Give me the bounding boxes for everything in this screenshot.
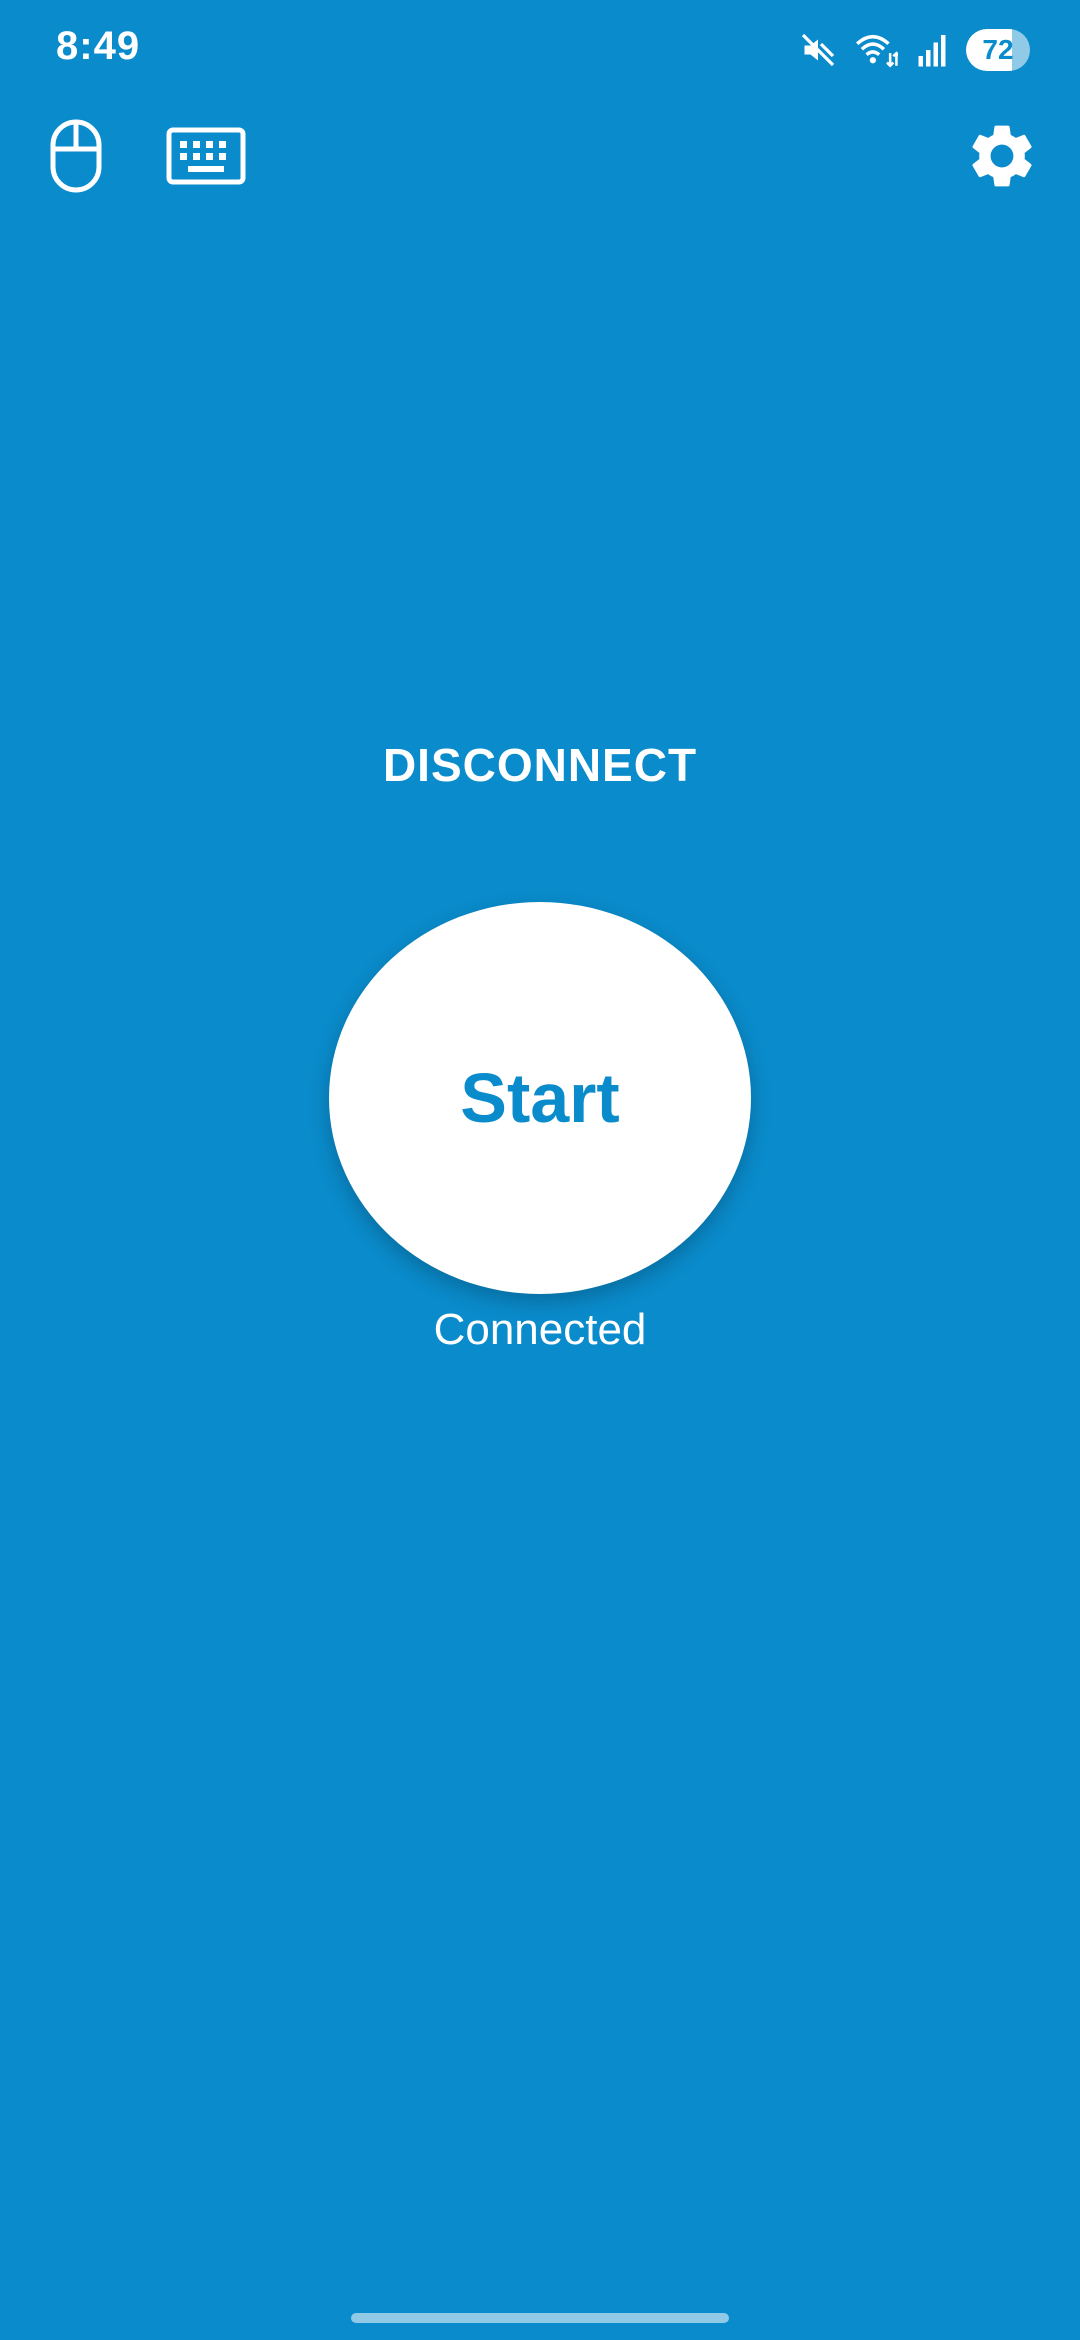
wifi-icon — [854, 30, 898, 70]
mouse-button[interactable] — [40, 110, 112, 202]
mute-icon — [800, 32, 836, 68]
status-icons: 72 — [800, 26, 1030, 74]
battery-icon: 72 — [966, 29, 1030, 71]
disconnect-button[interactable]: DISCONNECT — [340, 730, 740, 800]
connection-status: Connected — [433, 1305, 647, 1354]
status-time: 8:49 — [56, 24, 141, 68]
gesture-bar[interactable] — [351, 2313, 729, 2323]
battery-level: 72 — [982, 34, 1014, 65]
app-screen: 8:49 72 DISCONNECT Start Connected — [0, 0, 1080, 2340]
mouse-icon — [50, 119, 102, 193]
keyboard-button[interactable] — [160, 118, 252, 194]
start-button[interactable]: Start — [329, 902, 751, 1294]
status-bar: 8:49 72 — [0, 0, 1080, 100]
signal-icon — [916, 32, 948, 68]
gear-icon — [972, 125, 1032, 187]
keyboard-icon — [166, 127, 246, 185]
settings-button[interactable] — [960, 114, 1044, 198]
